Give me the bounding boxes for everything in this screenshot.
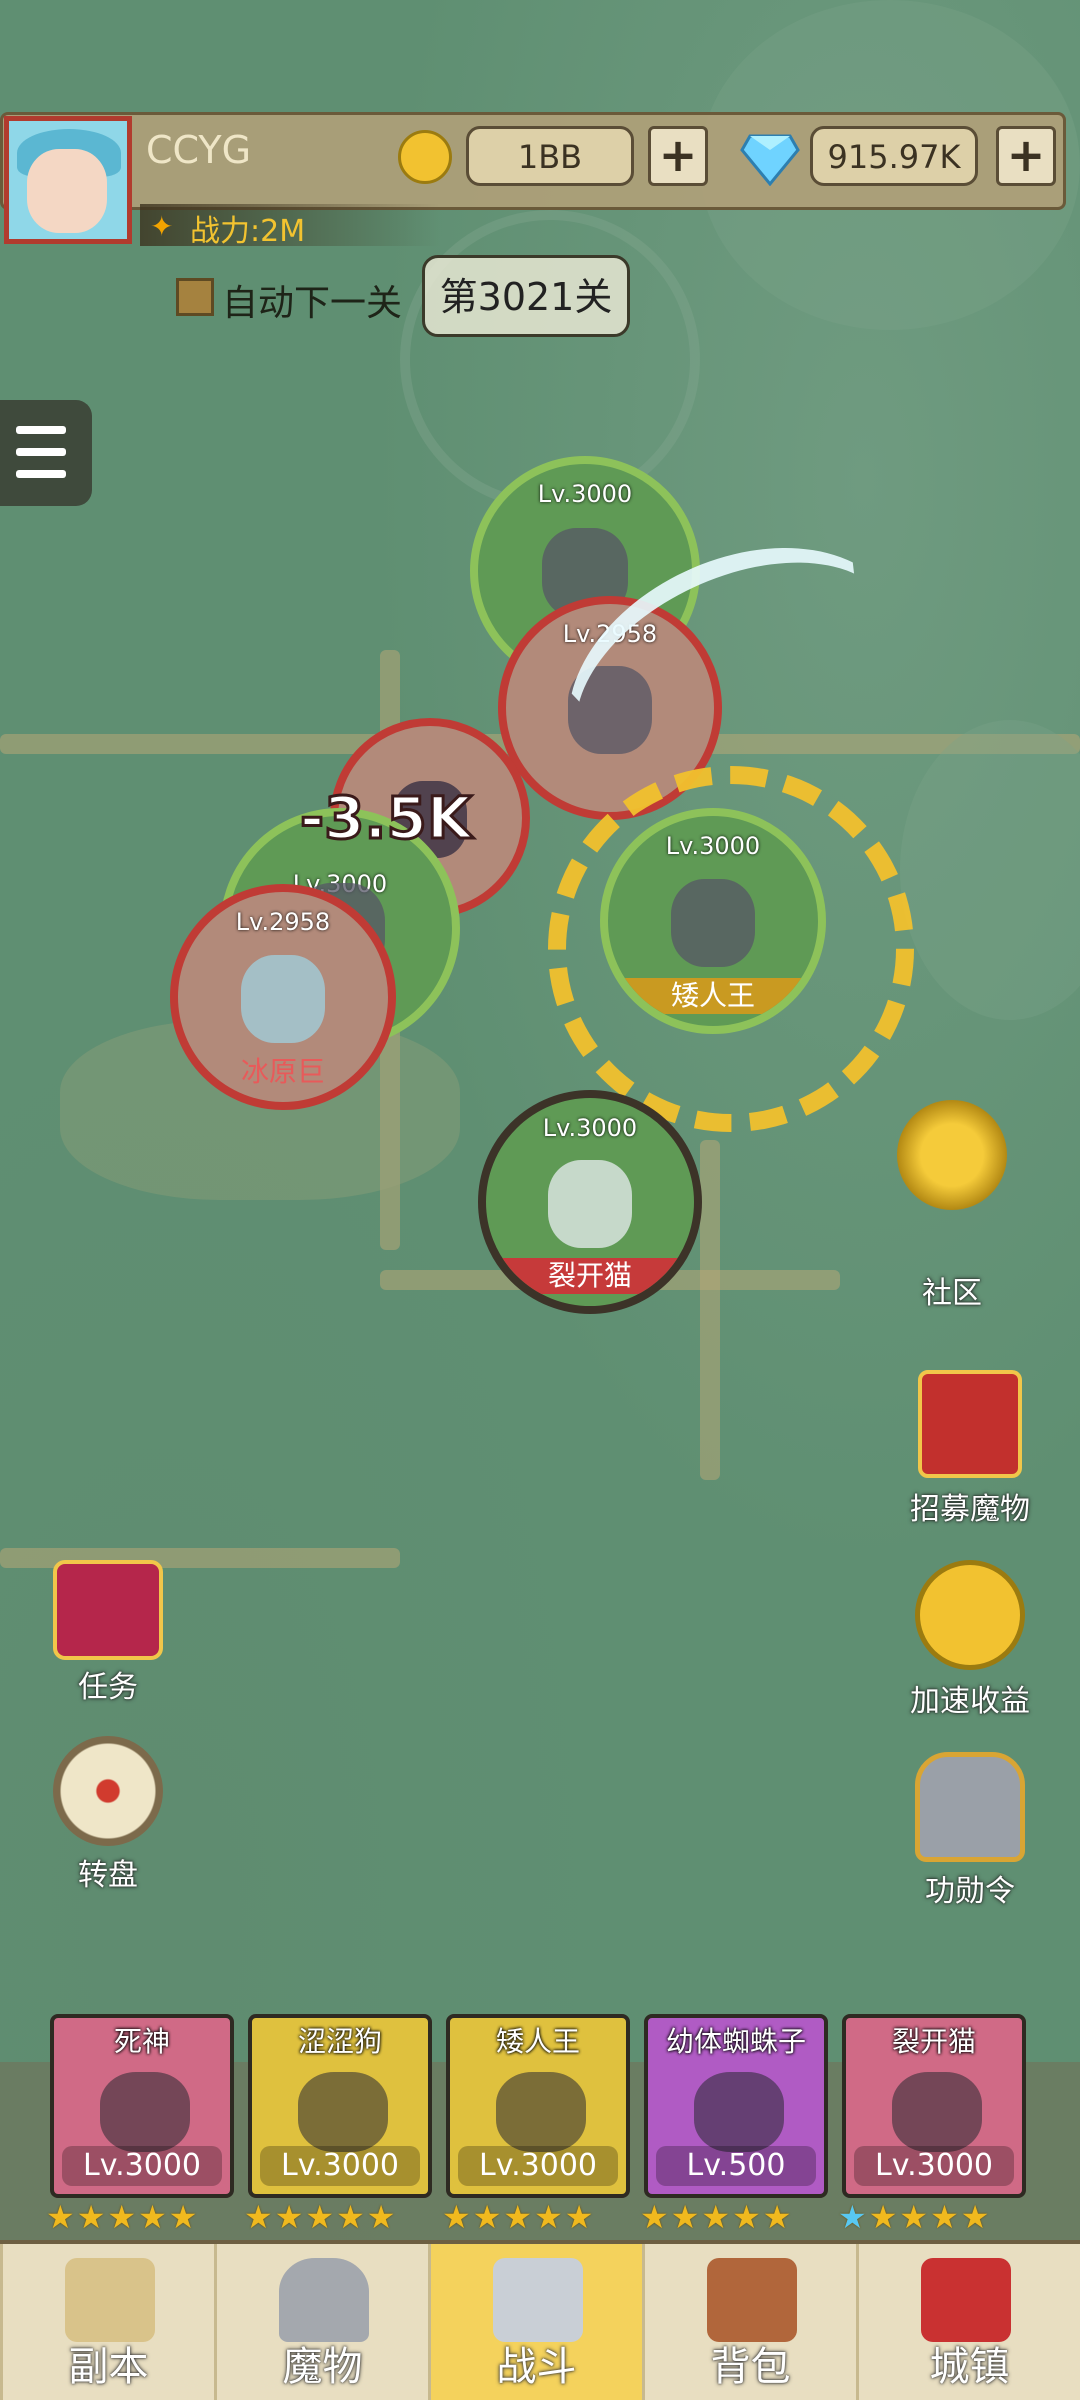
formation-slot[interactable]: 死神 Lv.3000 [50,2014,234,2198]
community-button[interactable]: 社区 [882,1100,1022,1312]
backpack-icon [707,2258,797,2342]
gold-amount: 1BB [466,126,634,186]
game-map[interactable]: CCYG ✦ 战力:2M 1BB + 915.97K + 自动下一关 第3021… [0,0,1080,2400]
speed-coin-icon [915,1560,1025,1670]
tab-town[interactable]: 城镇 [856,2244,1080,2400]
ally-unit-dwarf-king[interactable]: Lv.3000 矮人王 [600,808,826,1034]
auto-next-label[interactable]: 自动下一关 [222,274,402,326]
banner-icon [918,1370,1022,1478]
shop-icon [921,2258,1011,2342]
tab-backpack[interactable]: 背包 [642,2244,856,2400]
tab-battle[interactable]: 战斗 [428,2244,642,2400]
ally-unit-cat[interactable]: Lv.3000 裂开猫 [478,1090,702,1314]
diamond-icon [740,134,800,186]
power-icon: ✦ [150,210,174,243]
wheel-icon [53,1736,163,1846]
map-scroll-icon [65,2258,155,2342]
combat-power: 战力:2M [190,214,306,249]
diamond-amount: 915.97K [810,126,978,186]
quest-button[interactable]: 任务 [38,1560,178,1706]
stage-number[interactable]: 第3021关 [422,255,630,337]
wheel-button[interactable]: 转盘 [38,1736,178,1894]
helmet-icon [915,1752,1025,1862]
tab-monsters[interactable]: 魔物 [214,2244,428,2400]
map-path [700,1140,720,1480]
tab-dungeon[interactable]: 副本 [0,2244,214,2400]
merit-pass-button[interactable]: 功勋令 [900,1752,1040,1910]
book-icon [53,1560,163,1660]
helmet-icon [279,2258,369,2342]
add-gold-button[interactable]: + [648,126,708,186]
gold-coin-icon [398,130,452,184]
damage-number: -3.5K [299,783,474,854]
recruit-monster-button[interactable]: 招募魔物 [900,1370,1040,1528]
speed-income-button[interactable]: 加速收益 [900,1560,1040,1720]
star-rating: ★★★★★ [442,2198,596,2236]
formation-slot[interactable]: 涩涩狗 Lv.3000 [248,2014,432,2198]
star-rating: ★★★★★ [640,2198,794,2236]
star-rating: ★★★★★ [244,2198,398,2236]
player-name: CCYG [146,128,252,172]
coin-stack-icon [897,1100,1007,1210]
star-rating: ★★★★★ [46,2198,200,2236]
formation-slot[interactable]: 幼体蜘蛛子 Lv.500 [644,2014,828,2198]
player-avatar[interactable] [4,116,132,244]
menu-button[interactable] [0,400,92,506]
tree-cluster [900,720,1080,1020]
crossed-swords-icon [493,2258,583,2342]
auto-next-checkbox[interactable] [176,278,214,316]
enemy-unit-ice-dragon[interactable]: Lv.2958 冰原巨 [170,884,396,1110]
formation-slot[interactable]: 矮人王 Lv.3000 [446,2014,630,2198]
formation-slot[interactable]: 裂开猫 Lv.3000 [842,2014,1026,2198]
star-rating: ★★★★★ [838,2198,992,2236]
add-diamond-button[interactable]: + [996,126,1056,186]
